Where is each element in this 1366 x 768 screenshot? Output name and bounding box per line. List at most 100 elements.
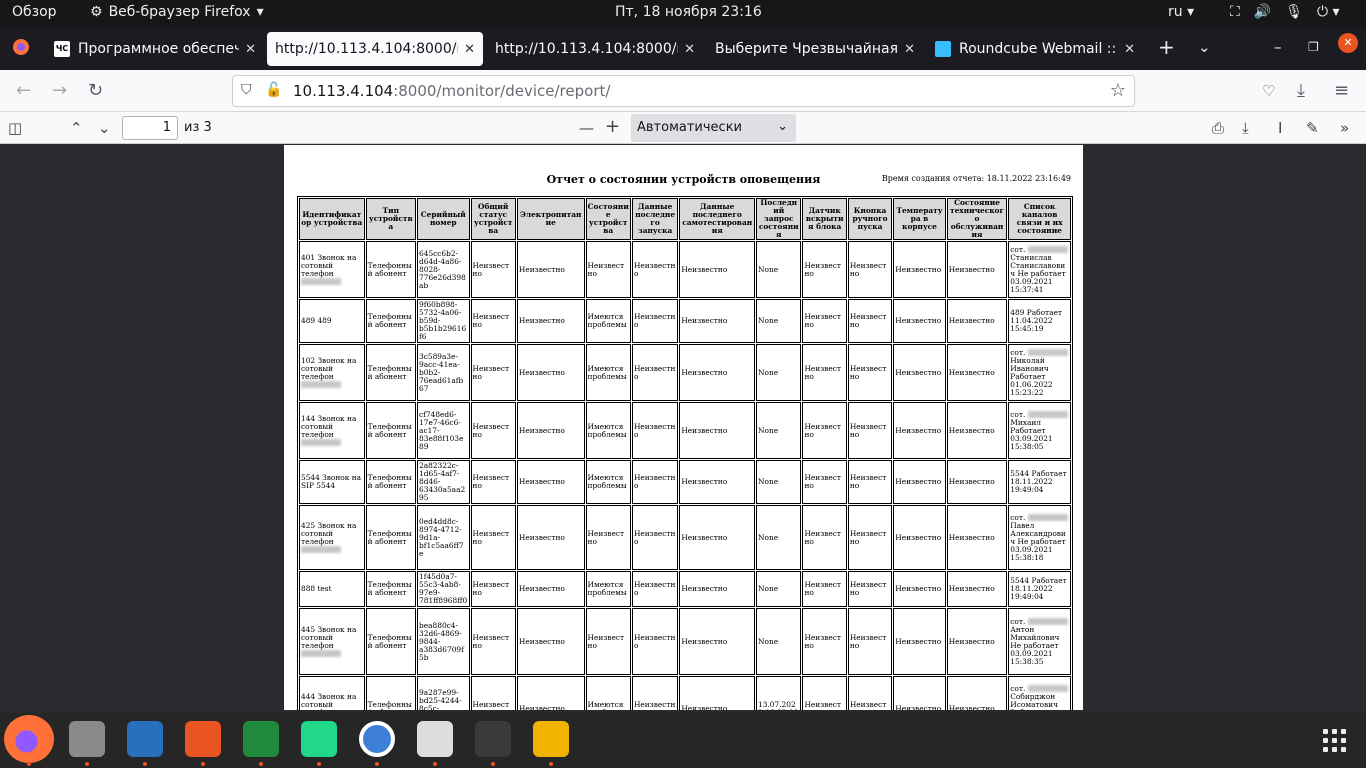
maximize-button[interactable]: ❐ [1308,40,1319,54]
text-tool-icon[interactable]: I [1278,119,1282,137]
cell-type: Телефонный абонент [365,571,417,607]
previous-page-icon[interactable]: ⌃ [70,119,83,137]
redacted-name [1027,349,1068,356]
tab-emergency[interactable]: Выберите Чрезвычайная с ✕ [707,32,923,66]
cell-launch: Неизвестно [631,505,679,570]
tab-report-2[interactable]: http://10.113.4.104:8000/m ✕ [487,32,703,66]
cell-type: Телефонный абонент [365,505,417,570]
pocket-icon[interactable]: ♡ [1262,82,1275,100]
back-button[interactable]: ← [16,80,31,101]
report-created-time: Время создания отчета: 18.11.2022 23:16:… [881,174,1071,183]
draw-tool-icon[interactable]: ✎ [1306,119,1319,137]
network-icon: ⛶ [1230,4,1240,20]
print-icon[interactable]: ⎙ [1212,119,1224,137]
table-row: 102 Звонок на сотовый телефон Телефонный … [299,344,1071,401]
insecure-lock-icon[interactable]: 🔓 [265,82,282,98]
table-row: 425 Звонок на сотовый телефон Телефонный … [299,505,1071,570]
zoom-select[interactable]: Автоматически ⌄ [631,114,796,142]
cell-id: 445 Звонок на сотовый телефон [299,608,365,675]
cell-button: Неизвестно [847,460,893,504]
cell-temp: Неизвестно [893,571,946,607]
cell-launch: Неизвестно [631,571,679,607]
activities-button[interactable]: Обзор [12,4,57,20]
terminal-icon[interactable] [475,721,511,757]
software-icon[interactable] [185,721,221,757]
running-indicator [317,762,321,766]
clock[interactable]: Пт, 18 ноября 23:16 [615,4,762,20]
table-row: 444 Звонок на сотовый телефонТелефонный … [299,676,1071,710]
cell-tamper: Неизвестно [802,571,847,607]
app-menu[interactable]: ⚙ Веб-браузер Firefox ▾ [90,4,264,20]
calc-icon[interactable] [243,721,279,757]
app-menu-label: Веб-браузер Firefox [108,4,251,20]
downloads-icon[interactable]: ⤓ [1297,80,1305,101]
inkscape-icon[interactable] [417,721,453,757]
cell-type: Телефонный абонент [365,608,417,675]
tab-software[interactable]: ЧС Программное обеспече ✕ [46,32,264,66]
table-row: 489 489 Телефонный абонент 9f60b898-5732-4… [299,299,1071,343]
zoom-in-icon[interactable]: + [605,116,620,137]
keyboard-layout[interactable]: ru ▾ [1168,4,1194,20]
tab-report-active[interactable]: http://10.113.4.104:8000/m ✕ [267,32,483,66]
table-header-row: Идентификатор устройства Тип устройства Се… [299,198,1071,240]
reload-button[interactable]: ↻ [88,80,103,101]
cell-lastreq: None [756,402,802,459]
cell-launch: Неизвестно [631,608,679,675]
cell-serial: 2a82322c-1d65-4af7-8d46-63430a5aa295 [417,460,470,504]
column-header: Данные последнего запуска [631,198,679,240]
sidebar-toggle-icon[interactable]: ◫ [8,119,22,137]
shield-icon[interactable]: ⛉ [241,82,252,98]
cell-maint: Неизвестно [946,299,1008,343]
chevron-down-icon: ▾ [256,4,264,20]
close-icon[interactable]: ✕ [464,42,475,57]
tools-menu-icon[interactable]: » [1340,119,1349,137]
show-apps-icon[interactable] [1323,729,1346,752]
cell-power: Неизвестно [516,299,585,343]
close-icon[interactable]: ✕ [904,42,915,57]
files-icon[interactable] [69,721,105,757]
zoom-out-icon[interactable]: — [579,119,594,137]
forward-button[interactable]: → [52,80,67,101]
writer-icon[interactable] [127,721,163,757]
url-path: :8000/monitor/device/report/ [393,82,611,100]
cell-channels: сот. Павел Александрович Не работает 03.… [1008,505,1071,570]
column-header: Список каналов связи и их состояние [1008,198,1071,240]
tab-roundcube[interactable]: Roundcube Webmail :: H ✕ [927,32,1143,66]
list-tabs-button[interactable]: ⌄ [1198,38,1211,56]
new-tab-button[interactable]: + [1158,35,1175,59]
close-window-button[interactable]: ✕ [1338,33,1358,53]
running-indicator [259,762,263,766]
page-number-input[interactable]: 1 [122,116,178,140]
calculator-icon[interactable] [533,721,569,757]
redacted-name [301,650,341,657]
save-icon[interactable]: ⤓ [1242,119,1249,137]
firefox-icon[interactable] [4,715,54,763]
redacted-name [301,439,341,446]
cell-lastreq: None [756,608,802,675]
cell-status: Неизвестно [470,676,516,710]
cell-serial: 645cc6b2-d64d-4a86-8028-776e26d398ab [417,241,470,298]
firefox-menu-icon[interactable] [12,38,30,60]
cell-id: 489 489 [299,299,365,343]
close-icon[interactable]: ✕ [245,42,256,57]
url-bar[interactable]: ⛉ 🔓 10.113.4.104:8000/monitor/device/rep… [232,75,1135,107]
chromium-icon[interactable] [359,721,395,757]
cell-serial: 0ed4dd8c-8974-4712-9d1a-bf1c5aa6ff7e [417,505,470,570]
cell-temp: Неизвестно [893,460,946,504]
cell-launch: Неизвестно [631,402,679,459]
minimize-button[interactable]: – [1274,38,1282,56]
bookmark-star-icon[interactable]: ☆ [1110,80,1126,101]
next-page-icon[interactable]: ⌄ [98,119,111,137]
cell-button: Неизвестно [847,608,893,675]
close-icon[interactable]: ✕ [684,42,695,57]
system-tray[interactable]: ⛶ 🔊 🎙 ⏻ ▾ [1230,4,1340,20]
cell-tamper: Неизвестно [802,241,847,298]
pycharm-icon[interactable] [301,721,337,757]
close-icon[interactable]: ✕ [1124,42,1135,57]
hamburger-menu-icon[interactable]: ≡ [1334,80,1349,101]
cell-temp: Неизвестно [893,608,946,675]
cell-maint: Неизвестно [946,571,1008,607]
cell-maint: Неизвестно [946,344,1008,401]
cell-channels: 5544 Работает 18.11.2022 19:49:04 [1008,460,1071,504]
pdf-viewer[interactable]: Отчет о состоянии устройств оповещения В… [0,145,1366,713]
